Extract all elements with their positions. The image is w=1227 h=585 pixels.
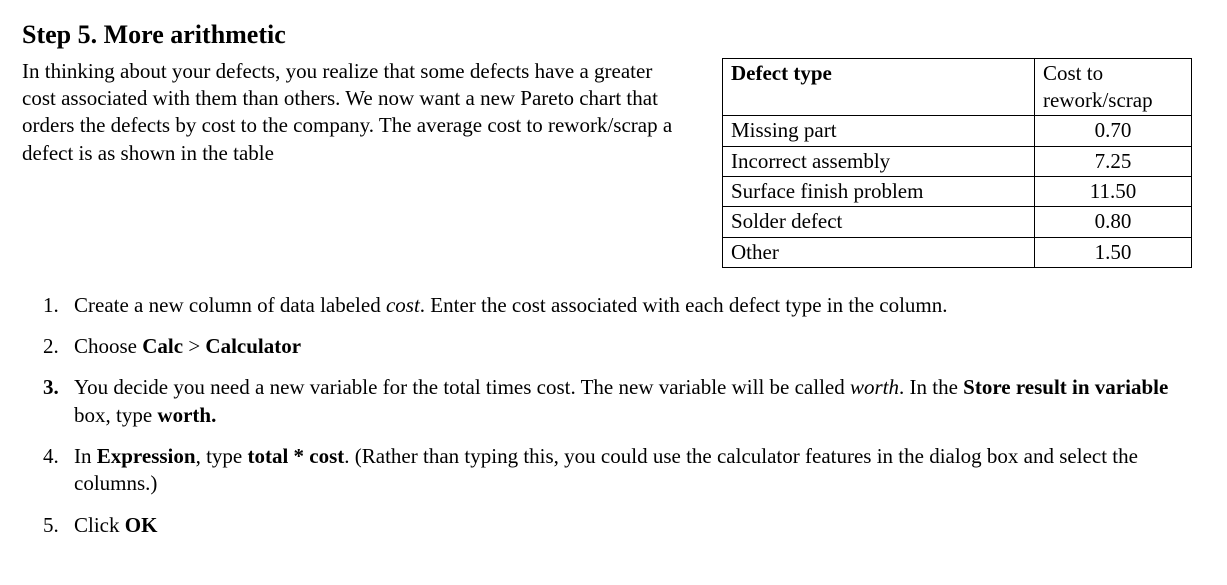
- cell-cost: 0.80: [1035, 207, 1192, 237]
- step-heading: Step 5. More arithmetic: [22, 18, 1205, 52]
- variable-name-worth: worth: [850, 375, 899, 399]
- step-4: In Expression, type total * cost. (Rathe…: [64, 443, 1205, 498]
- table-header-row: Defect type Cost to rework/scrap: [723, 58, 1192, 116]
- defect-cost-table: Defect type Cost to rework/scrap Missing…: [722, 58, 1192, 268]
- text: In: [74, 444, 97, 468]
- text: box, type: [74, 403, 157, 427]
- text: You decide you need a new variable for t…: [74, 375, 850, 399]
- cell-cost: 11.50: [1035, 176, 1192, 206]
- header-defect-type: Defect type: [723, 58, 1035, 116]
- menu-calculator: Calculator: [205, 334, 301, 358]
- field-store-result: Store result in variable: [963, 375, 1168, 399]
- text: Click: [74, 513, 125, 537]
- text: . Enter the cost associated with each de…: [420, 293, 948, 317]
- table-row: Surface finish problem 11.50: [723, 176, 1192, 206]
- step-5: Click OK: [64, 512, 1205, 539]
- text: . In the: [899, 375, 963, 399]
- step-2: Choose Calc > Calculator: [64, 333, 1205, 360]
- intro-section: In thinking about your defects, you real…: [22, 58, 1205, 268]
- menu-calc: Calc: [142, 334, 183, 358]
- text: Create a new column of data labeled: [74, 293, 386, 317]
- text: Choose: [74, 334, 142, 358]
- text: >: [183, 334, 205, 358]
- instruction-list: Create a new column of data labeled cost…: [22, 292, 1205, 539]
- cell-cost: 1.50: [1035, 237, 1192, 267]
- table-row: Missing part 0.70: [723, 116, 1192, 146]
- text: , type: [196, 444, 248, 468]
- cell-cost: 0.70: [1035, 116, 1192, 146]
- table-row: Solder defect 0.80: [723, 207, 1192, 237]
- cell-defect: Missing part: [723, 116, 1035, 146]
- step-1: Create a new column of data labeled cost…: [64, 292, 1205, 319]
- cell-defect: Surface finish problem: [723, 176, 1035, 206]
- button-ok-label: OK: [125, 513, 158, 537]
- step-3: You decide you need a new variable for t…: [64, 374, 1205, 429]
- cell-cost: 7.25: [1035, 146, 1192, 176]
- table-row: Incorrect assembly 7.25: [723, 146, 1192, 176]
- cell-defect: Other: [723, 237, 1035, 267]
- typed-value-worth: worth.: [157, 403, 216, 427]
- field-expression: Expression: [97, 444, 196, 468]
- header-cost: Cost to rework/scrap: [1035, 58, 1192, 116]
- cell-defect: Incorrect assembly: [723, 146, 1035, 176]
- cell-defect: Solder defect: [723, 207, 1035, 237]
- intro-paragraph: In thinking about your defects, you real…: [22, 58, 682, 167]
- typed-expression: total * cost: [247, 444, 344, 468]
- table-row: Other 1.50: [723, 237, 1192, 267]
- column-name-cost: cost: [386, 293, 420, 317]
